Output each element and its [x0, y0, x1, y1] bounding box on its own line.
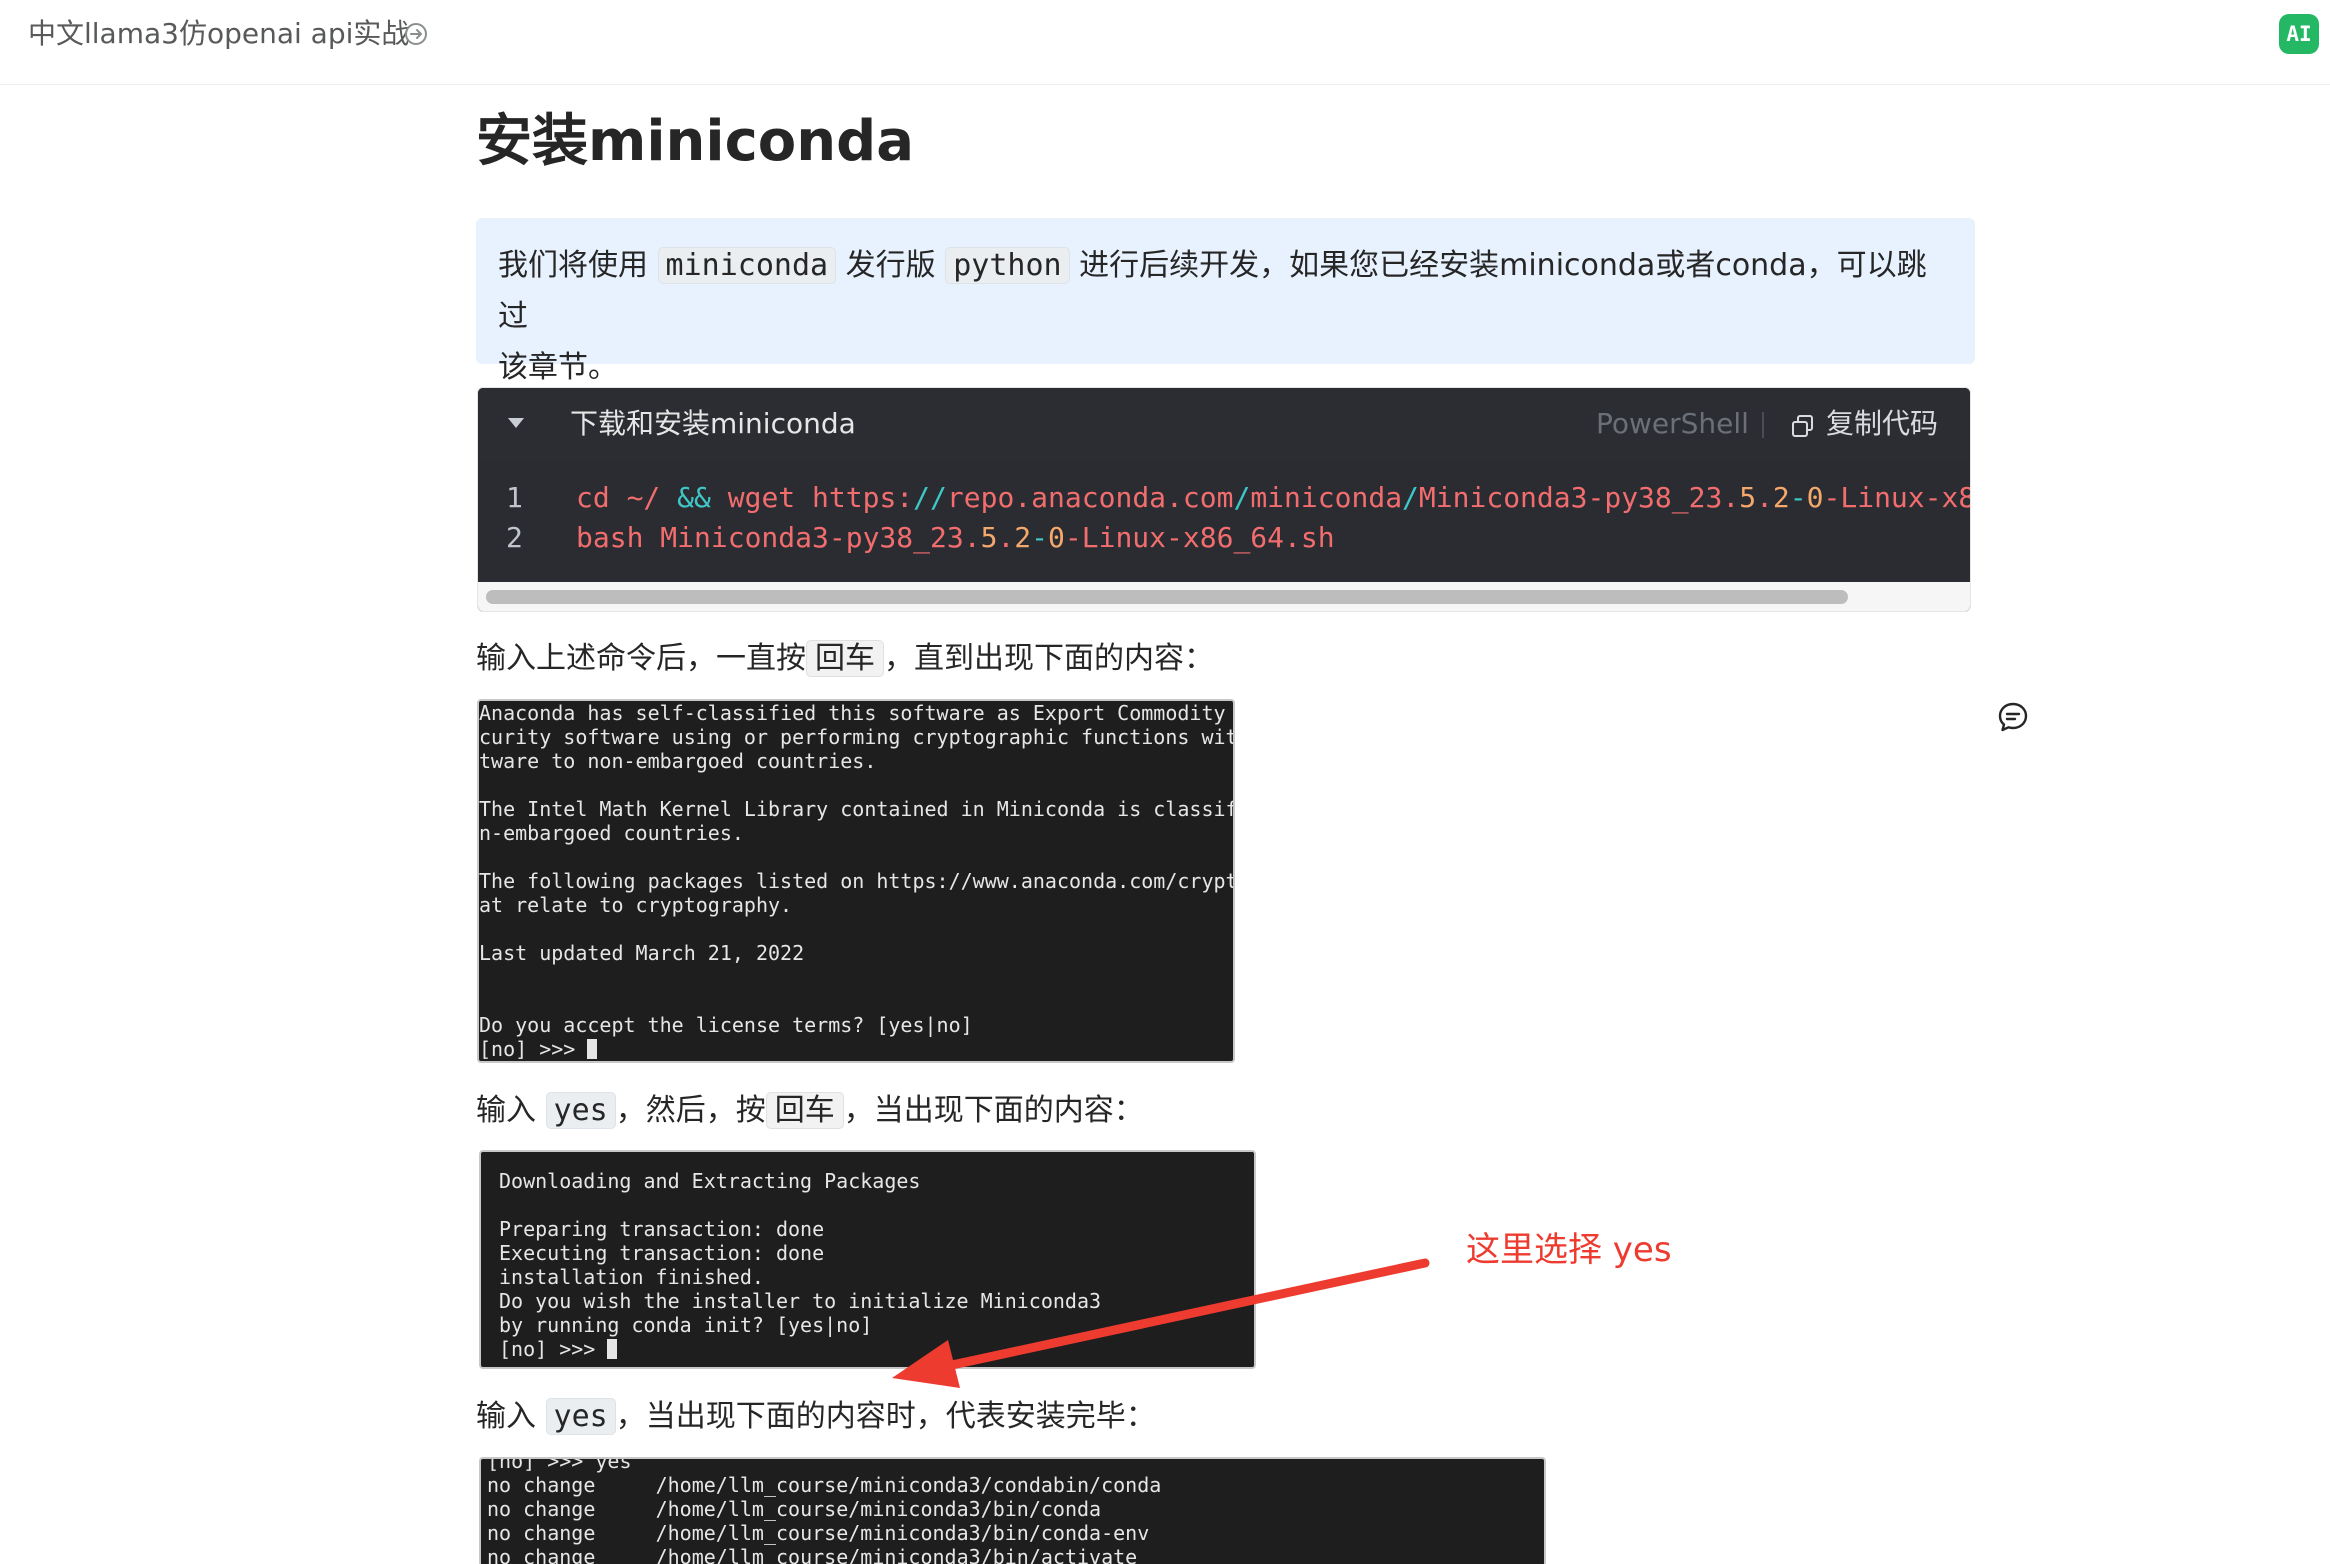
step-text: ，当出现下面的内容时，代表安装完毕：: [615, 1399, 1156, 1434]
code-token: 5: [980, 521, 998, 554]
code-token: cd ~/: [576, 481, 678, 514]
code-language-label[interactable]: PowerShell: [1596, 404, 1749, 444]
code-token: -: [1031, 521, 1049, 554]
code-token: //: [913, 481, 947, 514]
code-token: bash Miniconda3-py38_23.: [576, 521, 981, 554]
step-text: 输入: [476, 1093, 536, 1128]
code-token: 0: [1048, 521, 1065, 554]
terminal-screenshot-done: [no] >>> yes no change /home/llm_course/m…: [479, 1457, 1546, 1564]
step-instruction: 输入 yes ，然后，按 回车 ，当出现下面的内容：: [476, 1088, 1144, 1134]
terminal-line: at relate to cryptography.: [479, 893, 793, 917]
code-token: miniconda: [1250, 481, 1403, 514]
terminal-line: n-embargoed countries.: [479, 821, 744, 845]
inline-code: python: [945, 247, 1070, 284]
code-block-title: 下载和安装miniconda: [570, 407, 856, 440]
note-text: 该章节。: [498, 350, 618, 385]
terminal-line: [no] >>>: [479, 1037, 598, 1061]
terminal-line: by running conda init? [yes|no]: [499, 1313, 873, 1337]
note-text: 我们将使用: [498, 248, 648, 283]
code-token: 5: [1739, 481, 1757, 514]
terminal-line: installation finished.: [499, 1265, 764, 1289]
code-token: /: [1402, 481, 1419, 514]
ai-assistant-button[interactable]: AI: [2279, 14, 2319, 54]
code-token: -: [1789, 481, 1807, 514]
terminal-screenshot-license: Anaconda has self-classified this softwa…: [477, 699, 1235, 1063]
horizontal-scrollbar[interactable]: [478, 582, 1970, 611]
terminal-line: no change /home/llm_course/miniconda3/bi…: [487, 1545, 1138, 1564]
scrollbar-thumb[interactable]: [486, 590, 1848, 604]
line-number: 1: [506, 481, 523, 514]
terminal-line: Anaconda has self-classified this softwa…: [479, 701, 1226, 725]
terminal-line: Downloading and Extracting Packages: [499, 1169, 921, 1193]
note-text: 发行版: [845, 248, 936, 283]
step-text: 输入上述命令后，一直按: [476, 641, 806, 676]
inline-code: miniconda: [657, 247, 837, 284]
terminal-line: [no] >>> yes: [487, 1457, 632, 1473]
code-token: 2: [1772, 481, 1790, 514]
terminal-line: tware to non-embargoed countries.: [479, 749, 877, 773]
code-token: &&: [677, 481, 711, 514]
code-token: -Linux-x8: [1823, 481, 1971, 514]
step-text: 输入: [476, 1399, 536, 1434]
code-block: 下载和安装miniconda PowerShell 复制代码 1 cd ~/ &&…: [477, 387, 1971, 612]
terminal-line: curity software using or performing cryp…: [479, 725, 1235, 749]
terminal-cursor: [587, 1039, 598, 1059]
keyboard-key: 回车: [765, 1092, 844, 1129]
step-instruction: 输入 yes ，当出现下面的内容时，代表安装完毕：: [476, 1394, 1156, 1440]
share-icon[interactable]: [402, 20, 430, 48]
code-text: bash Miniconda3-py38_23.5.2-0-Linux-x86_…: [576, 518, 1335, 558]
copy-code-button[interactable]: 复制代码: [1826, 404, 1938, 444]
annotation-arrow: [892, 1258, 1430, 1388]
step-text: ，然后，按: [615, 1093, 766, 1128]
terminal-line: The following packages listed on https:/…: [479, 869, 1235, 893]
code-text: cd ~/ && wget https://repo.anaconda.com/…: [576, 478, 1970, 518]
code-token: repo.anaconda.com: [946, 481, 1234, 514]
code-token: -Linux-x86_64.sh: [1064, 521, 1335, 554]
terminal-line: [no] >>>: [499, 1337, 618, 1361]
annotation-label: 这里选择 yes: [1466, 1230, 1672, 1270]
copy-icon[interactable]: [1790, 413, 1816, 439]
code-token: .: [1756, 481, 1773, 514]
info-note: 我们将使用 miniconda 发行版 python 进行后续开发，如果您已经安…: [476, 218, 1975, 385]
page-title: 安装miniconda: [476, 109, 915, 174]
code-token: Miniconda3-py38_23.: [1418, 481, 1740, 514]
terminal-line: no change /home/llm_course/miniconda3/bi…: [487, 1521, 1150, 1545]
code-block-header: 下载和安装miniconda PowerShell 复制代码: [478, 388, 1970, 462]
document-title[interactable]: 中文llama3仿openai api实战: [28, 14, 409, 54]
keyboard-key: 回车: [806, 640, 884, 677]
terminal-line: Do you accept the license terms? [yes|no…: [479, 1013, 973, 1037]
terminal-line: no change /home/llm_course/miniconda3/bi…: [487, 1497, 1102, 1521]
inline-code: yes: [545, 1092, 616, 1129]
step-instruction: 输入上述命令后，一直按 回车 ，直到出现下面的内容：: [476, 636, 1214, 682]
top-bar: 中文llama3仿openai api实战 AI: [0, 0, 2330, 85]
code-line: 1 cd ~/ && wget https://repo.anaconda.com…: [478, 478, 1970, 518]
code-token: .: [997, 521, 1015, 554]
step-text: ，直到出现下面的内容：: [884, 641, 1214, 676]
terminal-line: Preparing transaction: done: [499, 1217, 825, 1241]
code-block-body: 1 cd ~/ && wget https://repo.anaconda.com…: [478, 462, 1970, 582]
code-line: 2 bash Miniconda3-py38_23.5.2-0-Linux-x86…: [478, 518, 1970, 558]
terminal-line: Last updated March 21, 2022: [479, 941, 805, 965]
divider: [1762, 412, 1764, 438]
line-number: 2: [506, 521, 523, 554]
terminal-line: The Intel Math Kernel Library contained …: [479, 797, 1235, 821]
comment-icon[interactable]: [1996, 700, 2030, 734]
terminal-cursor: [607, 1339, 618, 1359]
terminal-line: no change /home/llm_course/miniconda3/co…: [487, 1473, 1162, 1497]
terminal-line: Executing transaction: done: [499, 1241, 825, 1265]
code-token: /: [1233, 481, 1251, 514]
code-token: 0: [1806, 481, 1824, 514]
code-token: 2: [1014, 521, 1032, 554]
inline-code: yes: [545, 1398, 616, 1435]
step-text: ，当出现下面的内容：: [843, 1093, 1144, 1128]
code-token: wget https:: [710, 481, 914, 514]
collapse-caret-icon[interactable]: [508, 418, 524, 428]
